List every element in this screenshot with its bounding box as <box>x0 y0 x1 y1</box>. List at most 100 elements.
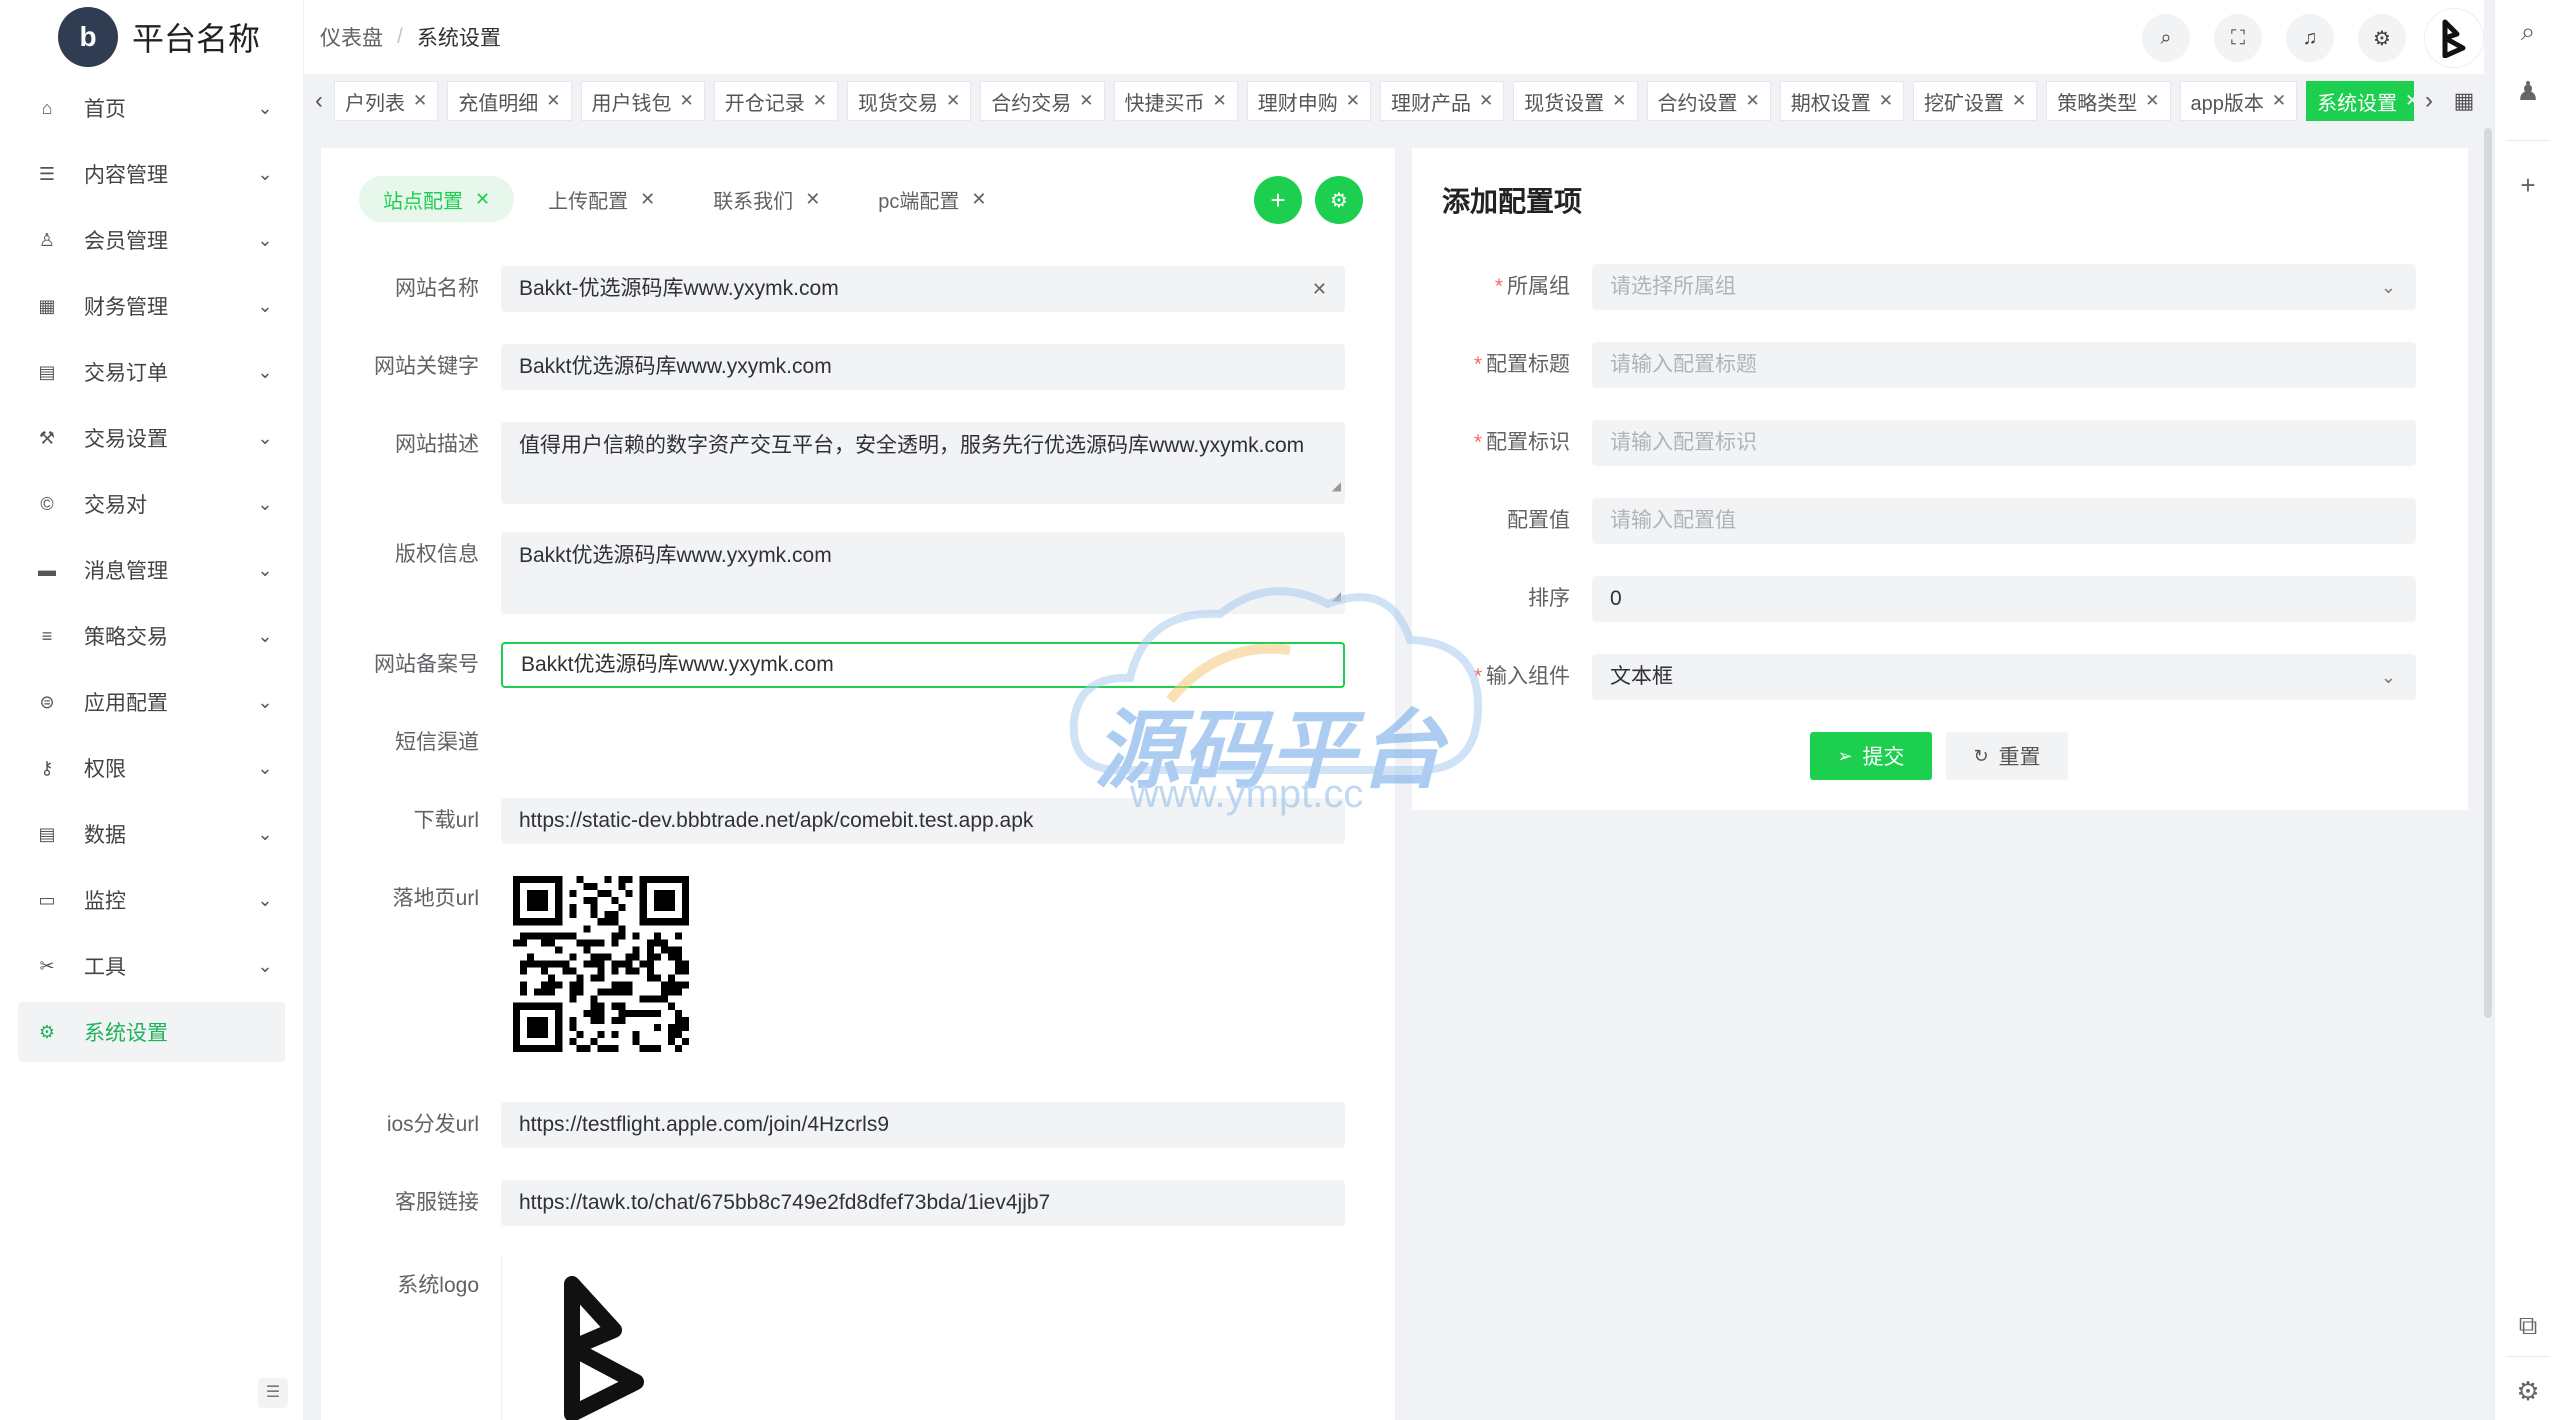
close-icon[interactable]: ✕ <box>2405 91 2414 111</box>
submit-button[interactable]: ➢ 提交 <box>1810 732 1932 780</box>
sidebar-item[interactable]: ✂ 工具 ⌄ <box>18 936 285 996</box>
tab-tag[interactable]: 期权设置 ✕ <box>1779 81 1904 121</box>
clear-icon[interactable]: ✕ <box>1312 266 1327 312</box>
tags-scroll-right-icon[interactable]: › <box>2414 87 2444 115</box>
sidebar-item-label: 内容管理 <box>84 164 168 187</box>
close-icon[interactable]: ✕ <box>2145 91 2159 111</box>
sidebar-item[interactable]: ≡ 策略交易 ⌄ <box>18 606 285 666</box>
tab-tag[interactable]: 快捷买币 ✕ <box>1113 81 1238 121</box>
component-select[interactable]: 文本框 ⌄ <box>1592 654 2416 700</box>
sort-input[interactable]: 0 <box>1592 576 2416 622</box>
fullscreen-icon[interactable]: ⛶ <box>2214 14 2262 62</box>
close-icon[interactable]: ✕ <box>1612 91 1626 111</box>
breadcrumb-home[interactable]: 仪表盘 <box>320 22 383 52</box>
close-icon[interactable]: ✕ <box>475 189 490 210</box>
tab-tag[interactable]: 理财申购 ✕ <box>1246 81 1371 121</box>
sidebar-item-label: 系统设置 <box>84 1022 168 1045</box>
tab-tag[interactable]: app版本 ✕ <box>2179 81 2298 121</box>
close-icon[interactable]: ✕ <box>546 91 560 111</box>
close-icon[interactable]: ✕ <box>971 189 986 210</box>
close-icon[interactable]: ✕ <box>1879 91 1893 111</box>
chevron-down-icon: ⌄ <box>257 163 273 184</box>
config-tab[interactable]: 联系我们 ✕ <box>689 176 844 222</box>
sidebar-item[interactable]: ▬ 消息管理 ⌄ <box>18 540 285 600</box>
sidebar-item[interactable]: ▭ 监控 ⌄ <box>18 870 285 930</box>
add-tab-button[interactable]: + <box>1254 176 1302 224</box>
tab-tag[interactable]: 合约设置 ✕ <box>1646 81 1771 121</box>
tab-tag[interactable]: 理财产品 ✕ <box>1380 81 1505 121</box>
settings-icon[interactable]: ⚙ <box>2358 14 2406 62</box>
close-icon[interactable]: ✕ <box>413 91 427 111</box>
config-tabs: 站点配置 ✕ 上传配置 ✕ 联系我们 ✕ pc端配置 ✕ <box>359 176 1021 222</box>
sidebar-item[interactable]: ⊜ 应用配置 ⌄ <box>18 672 285 732</box>
gear-icon[interactable]: ⚙ <box>2495 1376 2560 1407</box>
config-key-input[interactable]: 请输入配置标识 <box>1592 420 2416 466</box>
bell-icon[interactable]: ♫ <box>2286 14 2334 62</box>
close-icon[interactable]: ✕ <box>946 91 960 111</box>
site-name-input[interactable]: Bakkt-优选源码库www.yxymk.com ✕ <box>501 266 1345 312</box>
tab-tag[interactable]: 策略类型 ✕ <box>2046 81 2171 121</box>
user-group-icon[interactable]: ♟ <box>2495 76 2560 107</box>
add-icon[interactable]: + <box>2495 170 2560 201</box>
resize-handle-icon[interactable]: ◢ <box>1332 470 1341 502</box>
collapse-sidebar-icon[interactable]: ☰ <box>258 1378 288 1408</box>
sidebar-item[interactable]: ⚷ 权限 ⌄ <box>18 738 285 798</box>
config-tab[interactable]: pc端配置 ✕ <box>854 176 1010 222</box>
tab-tag[interactable]: 用户钱包 ✕ <box>580 81 705 121</box>
screenshot-icon[interactable]: ⧉ <box>2495 1310 2560 1342</box>
close-icon[interactable]: ✕ <box>1746 91 1760 111</box>
tab-settings-button[interactable]: ⚙ <box>1315 176 1363 224</box>
sidebar-item[interactable]: ☰ 内容管理 ⌄ <box>18 144 285 204</box>
description-textarea[interactable]: 值得用户信赖的数字资产交互平台，安全透明，服务先行优选源码库www.yxymk.… <box>501 422 1345 504</box>
close-icon[interactable]: ✕ <box>813 91 827 111</box>
required-mark: * <box>1473 665 1482 688</box>
grid-menu-icon[interactable]: ▦ <box>2444 88 2484 114</box>
config-title-input[interactable]: 请输入配置标题 <box>1592 342 2416 388</box>
tab-tag[interactable]: 现货设置 ✕ <box>1513 81 1638 121</box>
tab-tag[interactable]: 现货交易 ✕ <box>847 81 972 121</box>
sidebar-item[interactable]: ▤ 数据 ⌄ <box>18 804 285 864</box>
sidebar-item[interactable]: ⌂ 首页 ⌄ <box>18 78 285 138</box>
component-label: * 输入组件 <box>1412 654 1592 700</box>
tags-scroll-left-icon[interactable]: ‹ <box>304 87 334 115</box>
sidebar-item[interactable]: ⚒ 交易设置 ⌄ <box>18 408 285 468</box>
sidebar-item[interactable]: ⚙ 系统设置 <box>18 1002 285 1062</box>
close-icon[interactable]: ✕ <box>2012 91 2026 111</box>
close-icon[interactable]: ✕ <box>1079 91 1093 111</box>
close-icon[interactable]: ✕ <box>2272 91 2286 111</box>
icp-input[interactable]: Bakkt优选源码库www.yxymk.com <box>501 642 1345 688</box>
download-url-input[interactable]: https://static-dev.bbbtrade.net/apk/come… <box>501 798 1345 844</box>
tab-tag[interactable]: 开仓记录 ✕ <box>713 81 838 121</box>
sidebar-item[interactable]: ♙ 会员管理 ⌄ <box>18 210 285 270</box>
close-icon[interactable]: ✕ <box>805 189 820 210</box>
group-select[interactable]: 请选择所属组 ⌄ <box>1592 264 2416 310</box>
tab-tag[interactable]: 合约交易 ✕ <box>980 81 1105 121</box>
search-icon[interactable]: ⌕ <box>2142 14 2190 62</box>
close-icon[interactable]: ✕ <box>1479 91 1493 111</box>
sidebar-item[interactable]: ▤ 交易订单 ⌄ <box>18 342 285 402</box>
reset-button[interactable]: ↻ 重置 <box>1946 732 2068 780</box>
sidebar-item[interactable]: © 交易对 ⌄ <box>18 474 285 534</box>
refresh-icon: ↻ <box>1973 745 1989 766</box>
tab-tag[interactable]: 充值明细 ✕ <box>447 81 572 121</box>
search-icon[interactable]: ⌕ <box>2495 16 2560 48</box>
tab-tag[interactable]: 户列表 ✕ <box>334 81 439 121</box>
page-scrollbar[interactable] <box>2484 128 2492 1018</box>
logo-upload[interactable] <box>501 1256 701 1420</box>
config-value-input[interactable]: 请输入配置值 <box>1592 498 2416 544</box>
config-tab[interactable]: 上传配置 ✕ <box>524 176 679 222</box>
resize-handle-icon[interactable]: ◢ <box>1332 580 1341 612</box>
ios-url-input[interactable]: https://testflight.apple.com/join/4Hzcrl… <box>501 1102 1345 1148</box>
config-tab[interactable]: 站点配置 ✕ <box>359 176 515 222</box>
keywords-input[interactable]: Bakkt优选源码库www.yxymk.com <box>501 344 1345 390</box>
close-icon[interactable]: ✕ <box>640 189 655 210</box>
tab-tag[interactable]: 挖矿设置 ✕ <box>1913 81 2038 121</box>
close-icon[interactable]: ✕ <box>1346 91 1360 111</box>
close-icon[interactable]: ✕ <box>1213 91 1227 111</box>
support-link-input[interactable]: https://tawk.to/chat/675bb8c749e2fd8dfef… <box>501 1180 1345 1226</box>
tab-tag[interactable]: 系统设置 ✕ <box>2306 81 2414 121</box>
close-icon[interactable]: ✕ <box>680 91 694 111</box>
sidebar-item[interactable]: ▦ 财务管理 ⌄ <box>18 276 285 336</box>
copyright-textarea[interactable]: Bakkt优选源码库www.yxymk.com ◢ <box>501 532 1345 614</box>
user-avatar[interactable] <box>2424 8 2484 68</box>
